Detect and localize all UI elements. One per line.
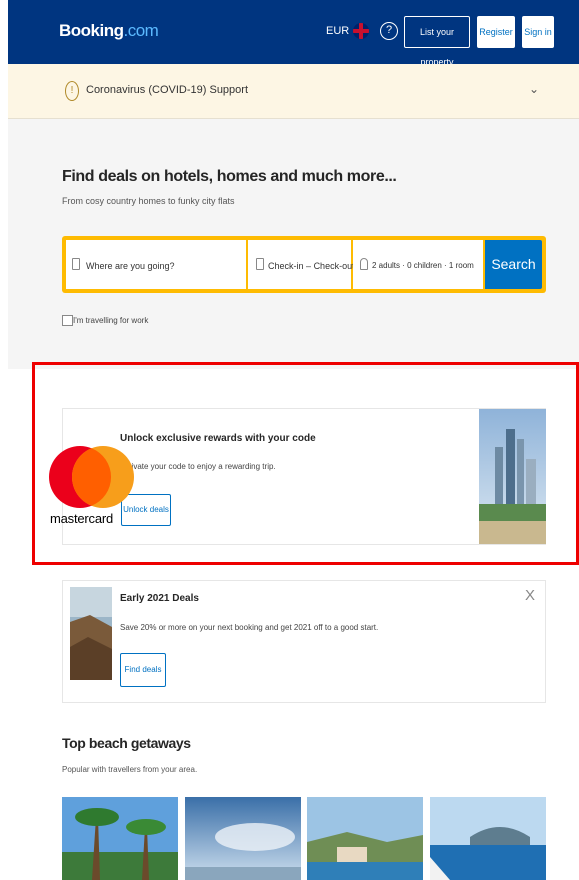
chevron-down-icon[interactable]: ⌄ — [529, 82, 539, 96]
promo-subtitle: Activate your code to enjoy a rewarding … — [120, 462, 276, 471]
hero-subtitle: From cosy country homes to funky city fl… — [62, 196, 235, 206]
mastercard-logo: mastercard — [48, 446, 140, 526]
mastercard-wordmark: mastercard — [50, 511, 114, 526]
info-circle-icon: ! — [65, 81, 79, 101]
destination-placeholder: Where are you going? — [86, 261, 175, 271]
early-deals-card: Early 2021 Deals Save 20% or more on you… — [62, 580, 546, 703]
covid-support-text: Coronavirus (COVID-19) Support — [86, 84, 249, 96]
coastal-cliff-image — [70, 587, 112, 680]
dates-field[interactable]: Check-in – Check-out — [248, 240, 355, 289]
work-travel-label: I'm travelling for work — [73, 316, 149, 325]
close-icon[interactable]: X — [525, 587, 535, 604]
covid-support-banner[interactable]: ! Coronavirus (COVID-19) Support ⌄ — [8, 64, 579, 119]
promo-title: Unlock exclusive rewards with your code — [120, 433, 316, 444]
beach-thumbnail[interactable] — [62, 797, 178, 880]
city-skyline-image — [479, 409, 546, 544]
work-travel-checkbox[interactable] — [62, 315, 73, 326]
list-property-button[interactable]: List your property — [404, 16, 470, 67]
uk-flag-icon[interactable] — [353, 23, 369, 39]
bed-icon — [72, 258, 80, 270]
sign-in-button[interactable]: Sign in — [522, 16, 554, 48]
beach-section-subtitle: Popular with travellers from your area. — [62, 765, 198, 774]
search-box: Where are you going? Check-in – Check-ou… — [62, 236, 546, 293]
search-button[interactable]: Search — [485, 240, 542, 289]
guests-field[interactable]: 2 adults · 0 children · 1 room — [353, 240, 483, 289]
deal-title: Early 2021 Deals — [120, 593, 199, 604]
beach-thumbnail[interactable] — [307, 797, 423, 880]
dates-text: Check-in – Check-out — [268, 261, 355, 271]
find-deals-button[interactable]: Find deals — [120, 653, 166, 687]
deal-subtitle: Save 20% or more on your next booking an… — [120, 623, 379, 632]
booking-logo[interactable]: Booking.com — [59, 21, 159, 41]
help-icon[interactable]: ? — [380, 22, 398, 40]
guests-text: 2 adults · 0 children · 1 room — [372, 261, 474, 270]
currency-selector[interactable]: EUR — [326, 25, 349, 37]
calendar-icon — [256, 258, 264, 270]
hero-title: Find deals on hotels, homes and much mor… — [62, 168, 397, 185]
beach-thumbnail[interactable] — [430, 797, 546, 880]
top-navigation-bar: Booking.com EUR ? List your property Reg… — [8, 0, 579, 67]
destination-field[interactable]: Where are you going? — [66, 240, 246, 289]
beach-section-title: Top beach getaways — [62, 735, 191, 751]
person-icon — [360, 258, 368, 270]
register-button[interactable]: Register — [477, 16, 515, 48]
beach-thumbnail[interactable] — [185, 797, 301, 880]
